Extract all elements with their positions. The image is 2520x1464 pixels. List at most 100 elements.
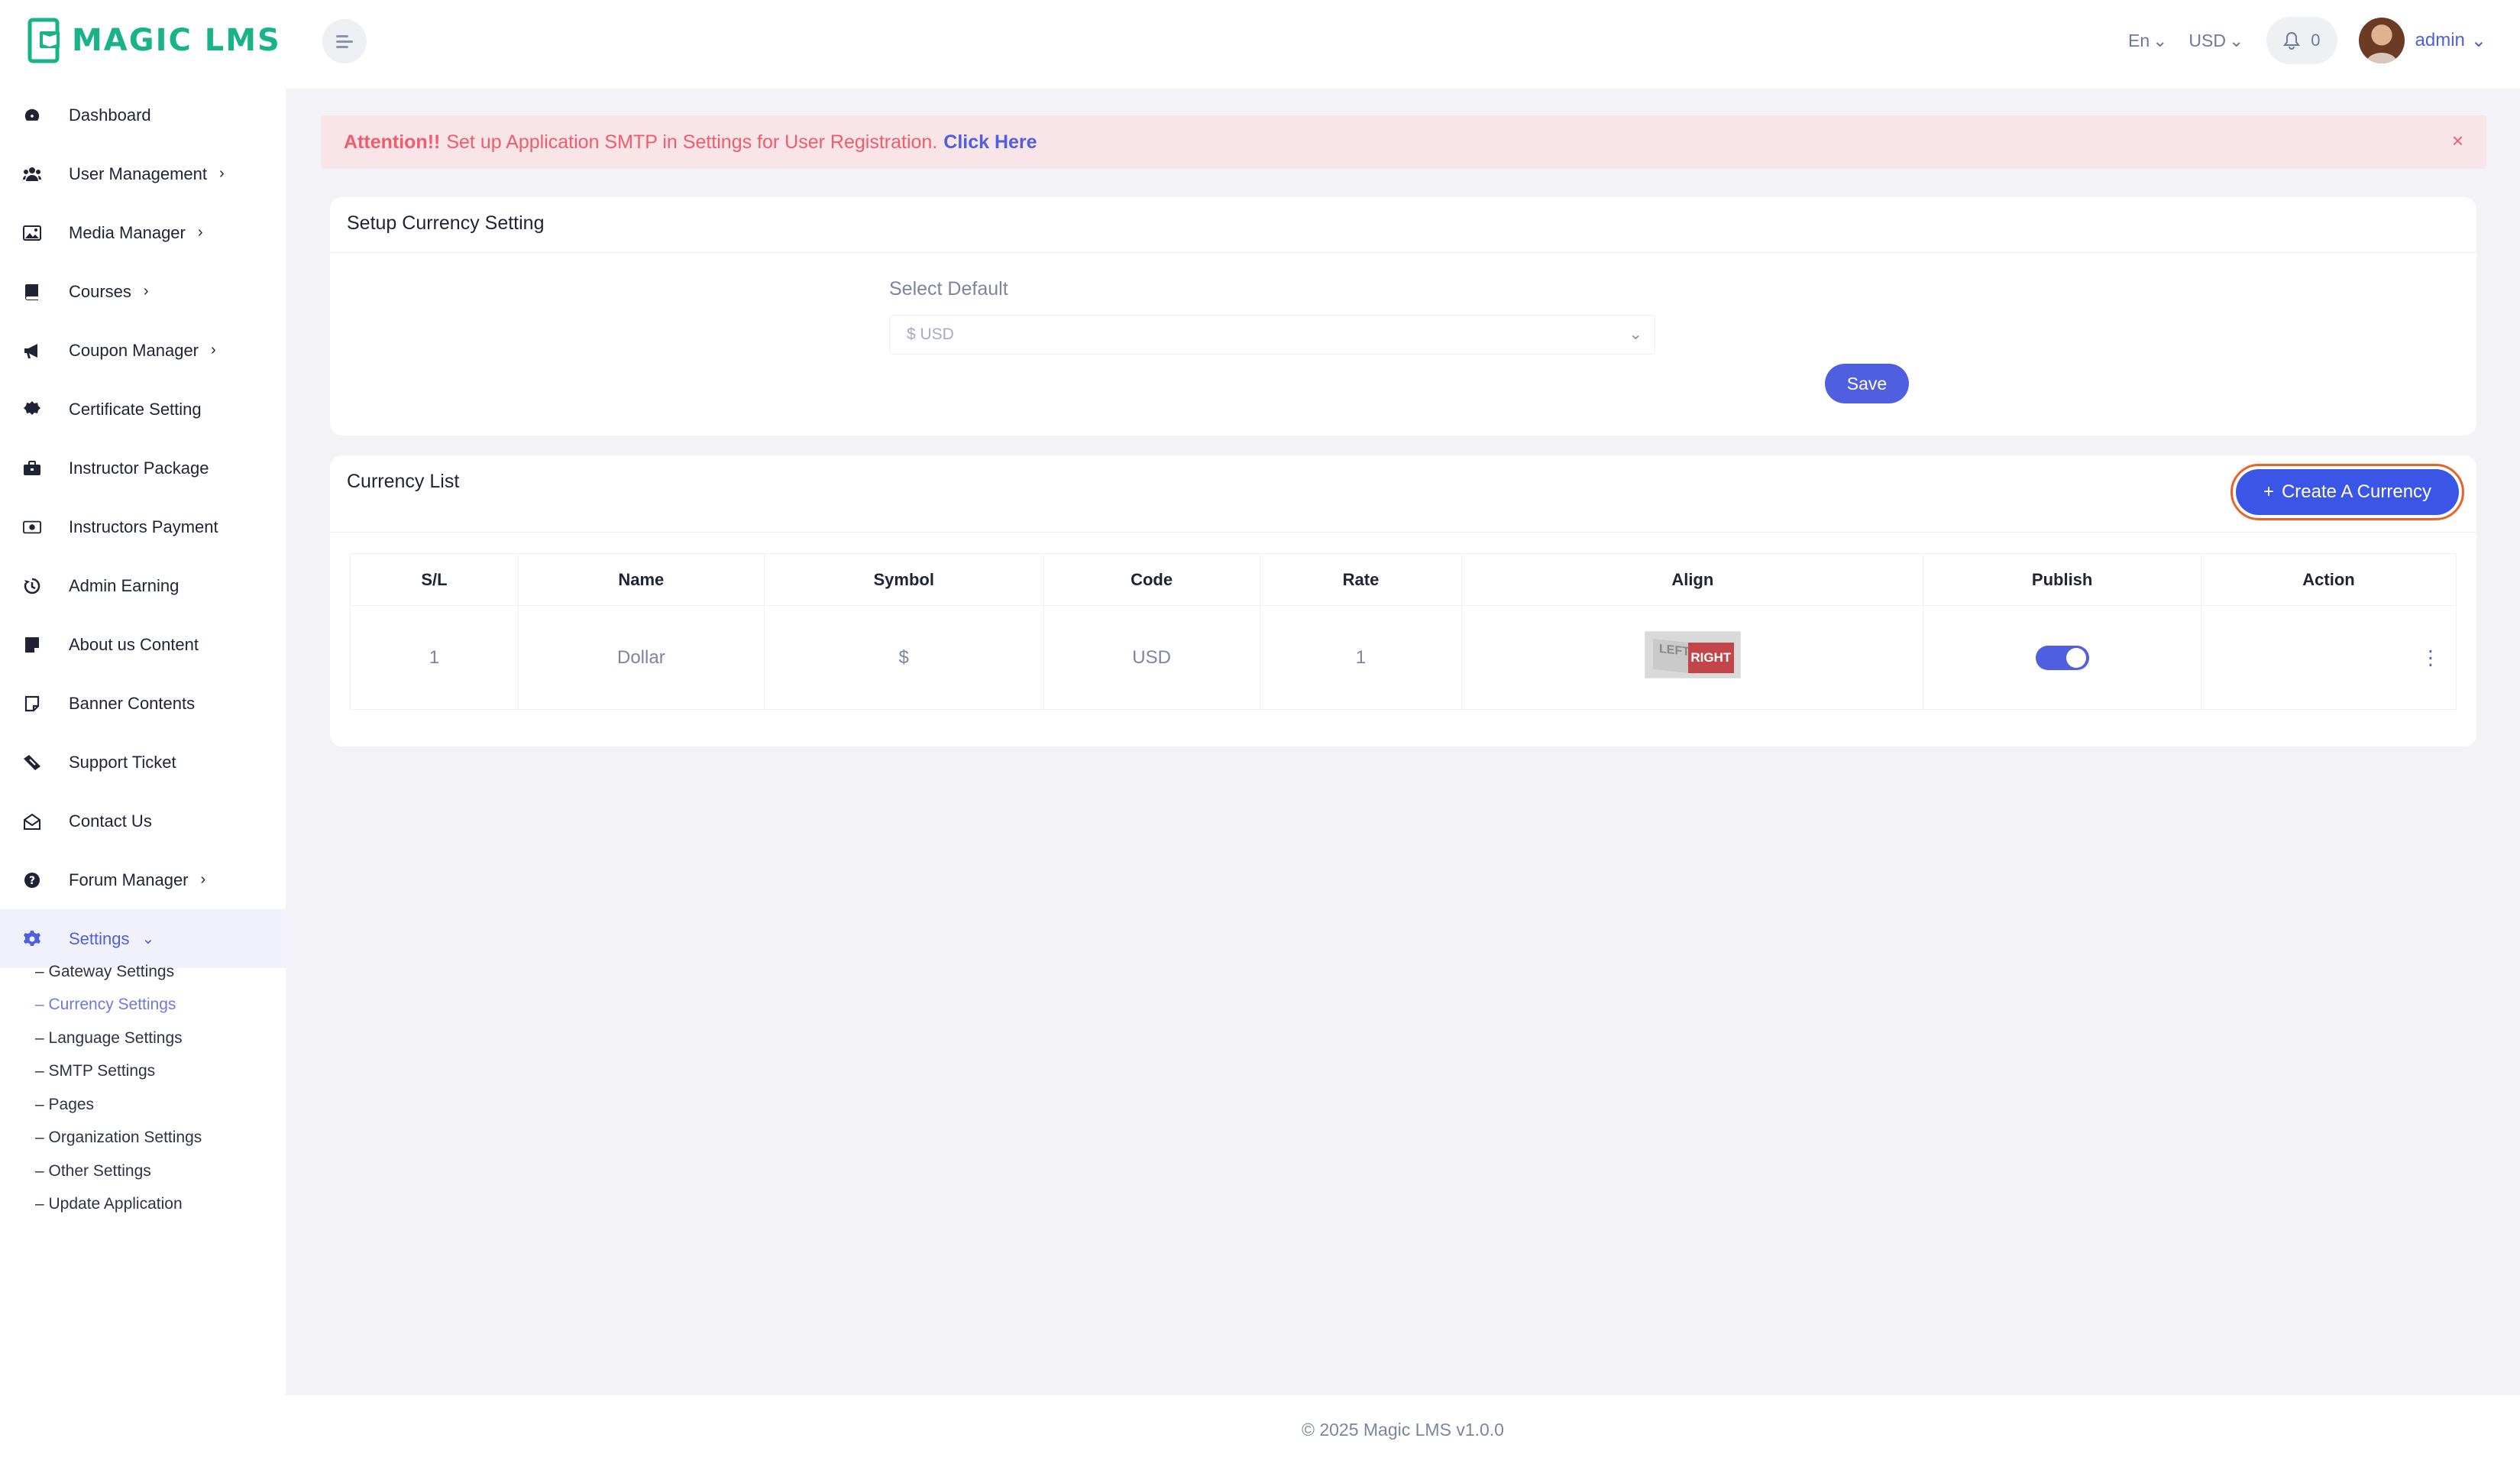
sidebar-item-label: Courses: [69, 281, 131, 301]
subnav-pages[interactable]: – Pages: [0, 1088, 286, 1122]
footer: © 2025 Magic LMS v1.0.0: [286, 1395, 2520, 1464]
logo-text: MAGIC LMS: [72, 23, 281, 58]
card-title: Currency List: [347, 471, 460, 492]
user-name: admin: [2415, 30, 2465, 50]
cell-rate: 1: [1259, 605, 1463, 710]
default-currency-select[interactable]: $ USD ⌄: [889, 315, 1655, 355]
cell-symbol: $: [763, 605, 1044, 710]
cell-name: Dollar: [517, 605, 765, 710]
create-currency-label: Create A Currency: [2281, 481, 2432, 502]
subnav-organization-settings[interactable]: – Organization Settings: [0, 1122, 286, 1155]
users-icon: [23, 165, 41, 183]
chevron-right-icon: ›: [200, 871, 206, 888]
subnav-currency-settings[interactable]: – Currency Settings: [0, 989, 286, 1022]
create-currency-button[interactable]: + Create A Currency: [2230, 464, 2464, 520]
column-header: Rate: [1259, 553, 1463, 606]
sidebar-item-contact-us[interactable]: Contact Us: [0, 792, 286, 850]
svg-text:?: ?: [29, 875, 35, 887]
header-right: En ⌄ USD ⌄ 0 admin ⌄: [2107, 17, 2486, 64]
column-header: Publish: [1923, 553, 2202, 606]
divider: [330, 532, 2476, 533]
divider: [330, 252, 2476, 253]
sidebar-item-label: Coupon Manager: [69, 340, 199, 360]
note-icon: [23, 636, 41, 654]
table-row: 1 Dollar $ USD 1 LEFT RIGHT ⋮: [350, 605, 2457, 710]
chevron-right-icon: ›: [211, 342, 216, 358]
column-header: Code: [1043, 553, 1260, 606]
certificate-icon: [23, 400, 41, 419]
sidebar-item-admin-earning[interactable]: Admin Earning: [0, 556, 286, 615]
cell-sl: 1: [350, 605, 519, 710]
select-default-label: Select Default: [889, 278, 1008, 300]
user-menu-dropdown[interactable]: admin ⌄: [2415, 30, 2486, 52]
sidebar-item-label: About us Content: [69, 634, 199, 654]
chevron-down-icon: ⌄: [141, 931, 155, 947]
subnav-other-settings[interactable]: – Other Settings: [0, 1155, 286, 1188]
sidebar-item-about-us-content[interactable]: About us Content: [0, 615, 286, 674]
chevron-right-icon: ›: [143, 283, 149, 300]
column-header: Action: [2201, 553, 2457, 606]
subnav-language-settings[interactable]: – Language Settings: [0, 1022, 286, 1055]
close-icon[interactable]: ×: [2452, 129, 2463, 153]
sidebar-nav: Dashboard User Management › Media Manage…: [0, 86, 286, 968]
chevron-right-icon: ›: [218, 165, 225, 182]
sidebar-item-label: Forum Manager: [69, 870, 189, 889]
currency-dropdown[interactable]: USD ⌄: [2188, 31, 2243, 51]
column-header: Name: [517, 553, 765, 606]
cell-align: LEFT RIGHT: [1461, 605, 1924, 710]
sidebar-item-courses[interactable]: Courses ›: [0, 262, 286, 321]
language-dropdown[interactable]: En ⌄: [2128, 31, 2167, 51]
avatar[interactable]: [2358, 18, 2405, 63]
briefcase-icon: [23, 459, 41, 478]
cell-code: USD: [1043, 605, 1260, 710]
chevron-down-icon: ⌄: [2153, 30, 2168, 50]
sticky-note-icon: [23, 695, 41, 713]
settings-subnav: – Gateway Settings – Currency Settings –…: [0, 955, 286, 1221]
chevron-down-icon: ⌄: [1629, 326, 1642, 343]
menu-toggle-button[interactable]: [322, 19, 367, 63]
sidebar-item-instructors-payment[interactable]: Instructors Payment: [0, 497, 286, 556]
currency-list-card: Currency List + Create A Currency S/L Na…: [330, 455, 2476, 747]
sidebar-item-user-management[interactable]: User Management ›: [0, 144, 286, 203]
sidebar-item-dashboard[interactable]: Dashboard: [0, 86, 286, 144]
subnav-gateway-settings[interactable]: – Gateway Settings: [0, 955, 286, 989]
alert-strong: Attention!!: [344, 131, 441, 153]
chevron-down-icon: ⌄: [2228, 30, 2244, 50]
sidebar-item-certificate-setting[interactable]: Certificate Setting: [0, 380, 286, 439]
gear-icon: [23, 930, 41, 948]
notifications-button[interactable]: 0: [2266, 17, 2337, 64]
save-button[interactable]: Save: [1825, 364, 1909, 403]
select-value: $ USD: [907, 326, 954, 343]
sidebar-item-banner-contents[interactable]: Banner Contents: [0, 674, 286, 733]
more-vertical-icon[interactable]: ⋮: [2421, 646, 2441, 669]
sidebar-item-media-manager[interactable]: Media Manager ›: [0, 203, 286, 262]
sidebar-item-label: Instructors Payment: [69, 517, 218, 536]
align-right-label: RIGHT: [1687, 643, 1734, 673]
sidebar-item-forum-manager[interactable]: ? Forum Manager ›: [0, 850, 286, 909]
bell-icon: [2283, 31, 2301, 50]
megaphone-icon: [23, 342, 41, 360]
subnav-smtp-settings[interactable]: – SMTP Settings: [0, 1055, 286, 1089]
table-header-row: S/L Name Symbol Code Rate Align Publish …: [350, 553, 2457, 606]
sidebar-item-label: Settings: [69, 928, 130, 948]
sidebar-item-label: Admin Earning: [69, 575, 180, 595]
smtp-alert: Attention!! Set up Application SMTP in S…: [321, 115, 2486, 169]
top-header: En ⌄ USD ⌄ 0 admin ⌄: [286, 0, 2520, 89]
chevron-right-icon: ›: [197, 224, 203, 241]
subnav-update-application[interactable]: – Update Application: [0, 1188, 286, 1222]
footer-text: © 2025 Magic LMS v1.0.0: [1302, 1419, 1504, 1440]
sidebar-item-label: User Management: [69, 164, 207, 183]
sidebar-item-coupon-manager[interactable]: Coupon Manager ›: [0, 321, 286, 380]
sidebar-item-support-ticket[interactable]: Support Ticket: [0, 733, 286, 792]
dashboard-icon: [23, 106, 41, 125]
logo[interactable]: MAGIC LMS: [27, 17, 281, 64]
column-header: S/L: [350, 553, 519, 606]
history-icon: [23, 577, 41, 595]
money-icon: [23, 518, 41, 536]
card-title: Setup Currency Setting: [347, 212, 545, 234]
sidebar-item-instructor-package[interactable]: Instructor Package: [0, 439, 286, 497]
alert-click-here-link[interactable]: Click Here: [943, 131, 1037, 154]
publish-toggle[interactable]: [2035, 645, 2089, 670]
align-image: LEFT RIGHT: [1644, 631, 1741, 679]
sidebar-item-label: Banner Contents: [69, 693, 196, 713]
